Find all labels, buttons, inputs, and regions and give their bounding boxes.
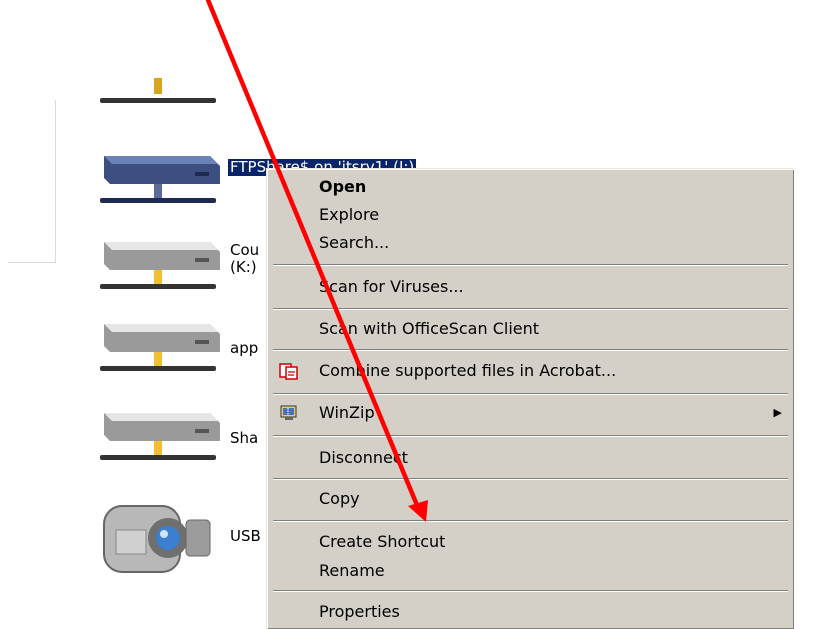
annotation-arrow bbox=[205, 0, 428, 522]
